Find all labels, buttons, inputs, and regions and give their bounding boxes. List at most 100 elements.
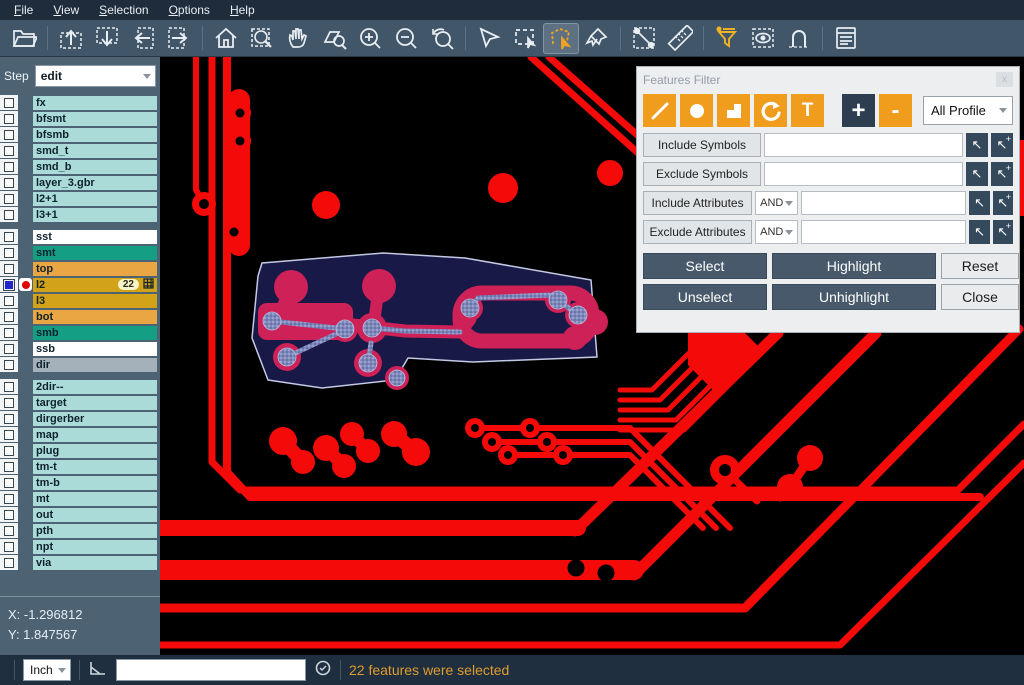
pan-hand-icon[interactable]: [280, 23, 316, 54]
measure-line-icon[interactable]: [626, 23, 662, 54]
layer-visibility-checkbox[interactable]: [4, 296, 14, 306]
layer-row-bfsmt[interactable]: bfsmt: [0, 111, 160, 126]
layer-row-dirgerber[interactable]: dirgerber: [0, 411, 160, 426]
units-dropdown[interactable]: Inch: [23, 659, 71, 681]
layer-visibility-checkbox[interactable]: [4, 430, 14, 440]
layer-row-bfsmb[interactable]: bfsmb: [0, 127, 160, 142]
layer-row-smd_t[interactable]: smd_t: [0, 143, 160, 158]
layer-row-tm-b[interactable]: tm-b: [0, 475, 160, 490]
highlight-button[interactable]: Highlight: [772, 253, 936, 279]
layer-visibility-checkbox[interactable]: [4, 542, 14, 552]
include-symbols-button[interactable]: Include Symbols: [643, 133, 761, 157]
layer-visibility-checkbox[interactable]: [4, 328, 14, 338]
include-attributes-button[interactable]: Include Attributes: [643, 191, 752, 215]
layer-row-layer_3.gbr[interactable]: layer_3.gbr: [0, 175, 160, 190]
menu-options[interactable]: Options: [163, 1, 220, 19]
layer-name-cell[interactable]: npt: [33, 540, 157, 554]
home-view-icon[interactable]: [208, 23, 244, 54]
layer-visibility-checkbox[interactable]: [4, 558, 14, 568]
layer-name-cell[interactable]: fx: [33, 96, 157, 110]
menu-selection[interactable]: Selection: [93, 1, 158, 19]
clear-brush-icon[interactable]: [579, 23, 615, 54]
layer-row-dir[interactable]: dir: [0, 357, 160, 372]
layer-visibility-checkbox[interactable]: [4, 360, 14, 370]
layer-visibility-checkbox[interactable]: [4, 494, 14, 504]
pick-add-attribute-icon[interactable]: ↖+: [993, 191, 1013, 215]
pan-up-icon[interactable]: [53, 23, 89, 54]
layer-visibility-checkbox[interactable]: [4, 146, 14, 156]
layer-visibility-checkbox[interactable]: [4, 446, 14, 456]
layer-name-cell[interactable]: tm-t: [33, 460, 157, 474]
measure-ruler-icon[interactable]: [662, 23, 698, 54]
layer-row-bot[interactable]: bot: [0, 309, 160, 324]
pan-left-icon[interactable]: [125, 23, 161, 54]
layer-name-cell[interactable]: smd_b: [33, 160, 157, 174]
layer-row-mt[interactable]: mt: [0, 491, 160, 506]
close-icon[interactable]: x: [996, 72, 1013, 87]
layer-row-map[interactable]: map: [0, 427, 160, 442]
layer-row-smd_b[interactable]: smd_b: [0, 159, 160, 174]
layer-visibility-checkbox[interactable]: [4, 130, 14, 140]
pick-symbol-icon[interactable]: ↖: [966, 133, 988, 157]
layer-visibility-checkbox[interactable]: [4, 162, 14, 172]
layer-visibility-checkbox[interactable]: [4, 210, 14, 220]
menu-help[interactable]: Help: [224, 1, 265, 19]
layer-name-cell[interactable]: l3+1: [33, 208, 157, 222]
profile-dropdown[interactable]: All Profile: [923, 96, 1013, 125]
layer-row-l2+1[interactable]: l2+1: [0, 191, 160, 206]
text-feature-button[interactable]: T: [791, 94, 824, 127]
layer-name-cell[interactable]: bfsmt: [33, 112, 157, 126]
layer-name-cell[interactable]: map: [33, 428, 157, 442]
layer-visibility-checkbox[interactable]: [4, 414, 14, 424]
layer-name-cell[interactable]: sst: [33, 230, 157, 244]
layer-row-npt[interactable]: npt: [0, 539, 160, 554]
layer-name-cell[interactable]: out: [33, 508, 157, 522]
pick-attribute-icon[interactable]: ↖: [969, 220, 989, 244]
layer-row-top[interactable]: top: [0, 261, 160, 276]
grid-icon[interactable]: [143, 278, 154, 292]
select-cursor-icon[interactable]: [471, 23, 507, 54]
layer-name-cell[interactable]: plug: [33, 444, 157, 458]
zoom-in-icon[interactable]: [352, 23, 388, 54]
layer-visibility-checkbox[interactable]: [4, 264, 14, 274]
layer-visibility-checkbox[interactable]: [4, 382, 14, 392]
unselect-button[interactable]: Unselect: [643, 284, 767, 310]
layer-visibility-checkbox[interactable]: [4, 510, 14, 520]
zoom-out-icon[interactable]: [388, 23, 424, 54]
layer-row-via[interactable]: via: [0, 555, 160, 570]
layer-visibility-checkbox[interactable]: [4, 98, 14, 108]
exclude-symbols-button[interactable]: Exclude Symbols: [643, 162, 761, 186]
layer-row-pth[interactable]: pth: [0, 523, 160, 538]
pad-feature-button[interactable]: [680, 94, 713, 127]
step-dropdown[interactable]: edit: [35, 65, 156, 87]
layer-row-l3+1[interactable]: l3+1: [0, 207, 160, 222]
layer-row-out[interactable]: out: [0, 507, 160, 522]
layer-name-cell[interactable]: l222: [33, 278, 157, 292]
layer-row-plug[interactable]: plug: [0, 443, 160, 458]
layer-name-cell[interactable]: target: [33, 396, 157, 410]
layer-name-cell[interactable]: pth: [33, 524, 157, 538]
exclude-attributes-logic-dropdown[interactable]: AND: [755, 220, 798, 244]
angle-measure-icon[interactable]: [88, 659, 108, 682]
zoom-polygon-icon[interactable]: [316, 23, 352, 54]
unhighlight-button[interactable]: Unhighlight: [772, 284, 936, 310]
layer-name-cell[interactable]: top: [33, 262, 157, 276]
layer-visibility-checkbox[interactable]: [4, 462, 14, 472]
pan-down-icon[interactable]: [89, 23, 125, 54]
layer-name-cell[interactable]: l2+1: [33, 192, 157, 206]
zoom-previous-icon[interactable]: [424, 23, 460, 54]
pick-add-symbol-icon[interactable]: ↖+: [991, 162, 1013, 186]
layer-name-cell[interactable]: l3: [33, 294, 157, 308]
include-symbols-input[interactable]: [764, 133, 963, 157]
layer-name-cell[interactable]: bfsmb: [33, 128, 157, 142]
select-rectangle-icon[interactable]: [507, 23, 543, 54]
layer-visibility-checkbox[interactable]: [4, 312, 14, 322]
layer-visibility-checkbox[interactable]: [4, 114, 14, 124]
layer-name-cell[interactable]: smd_t: [33, 144, 157, 158]
layer-visibility-checkbox[interactable]: [4, 526, 14, 536]
layer-name-cell[interactable]: mt: [33, 492, 157, 506]
layer-row-2dir--[interactable]: 2dir--: [0, 379, 160, 394]
exclude-symbols-input[interactable]: [764, 162, 963, 186]
layer-row-l2[interactable]: l222: [0, 277, 160, 292]
line-feature-button[interactable]: [643, 94, 676, 127]
